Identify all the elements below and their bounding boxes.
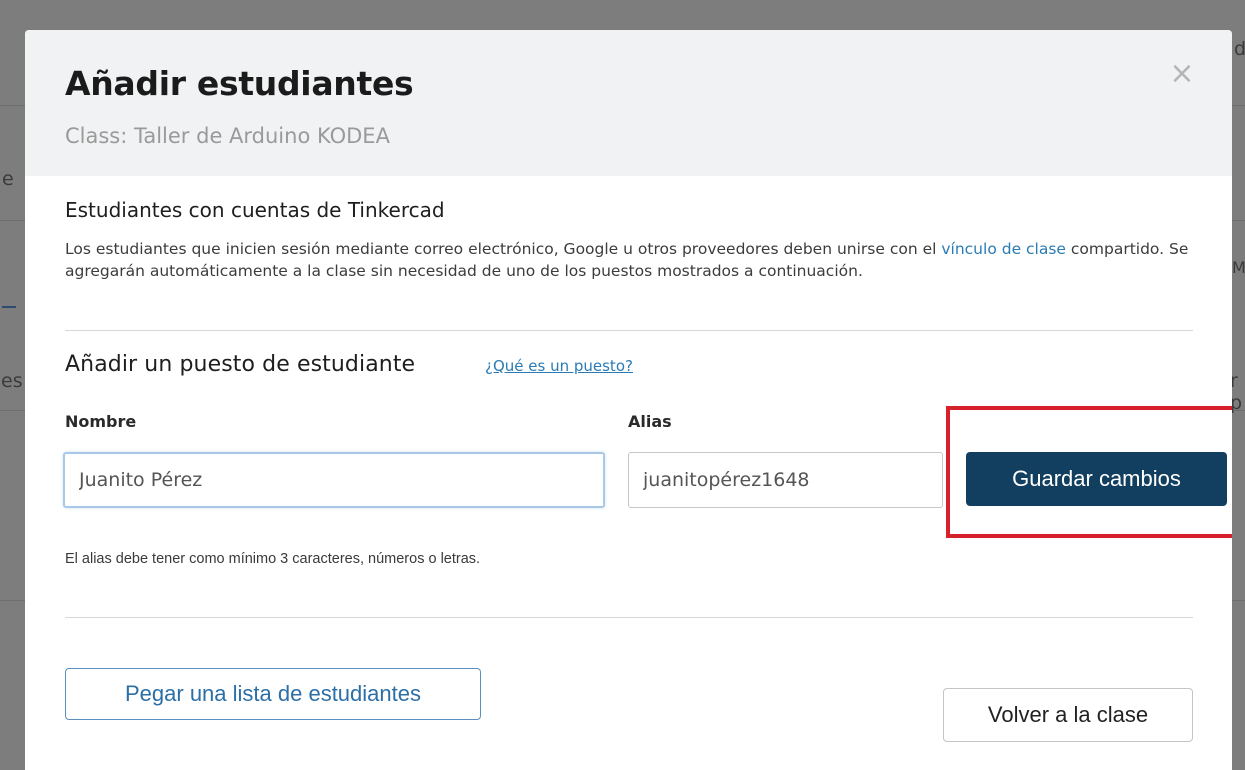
background-divider [1232, 105, 1245, 106]
section-divider [65, 617, 1193, 618]
background-text-fragment: M [1232, 258, 1245, 277]
background-text-fragment: d [1234, 38, 1245, 60]
accounts-description: Los estudiantes que inicien sesión media… [65, 238, 1190, 282]
background-divider [0, 600, 25, 601]
alias-input[interactable] [628, 452, 943, 508]
accounts-description-text: Los estudiantes que inicien sesión media… [65, 240, 942, 258]
add-students-modal: Añadir estudiantes Class: Taller de Ardu… [25, 30, 1232, 770]
background-text-fragment: es [1, 370, 23, 392]
modal-title: Añadir estudiantes [65, 64, 414, 103]
save-changes-button[interactable]: Guardar cambios [966, 452, 1227, 506]
back-to-class-button[interactable]: Volver a la clase [943, 688, 1193, 742]
section-divider [65, 330, 1193, 331]
add-seat-title: Añadir un puesto de estudiante [65, 352, 416, 377]
name-label: Nombre [65, 412, 137, 431]
paste-student-list-button[interactable]: Pegar una lista de estudiantes [65, 668, 481, 720]
accounts-section-title: Estudiantes con cuentas de Tinkercad [65, 198, 445, 222]
background-text-fragment: e [2, 168, 14, 190]
class-link[interactable]: vínculo de clase [941, 240, 1066, 258]
background-divider [0, 220, 25, 221]
modal-subtitle: Class: Taller de Arduino KODEA [65, 124, 390, 148]
name-input[interactable] [63, 452, 605, 508]
alias-label: Alias [628, 412, 672, 431]
background-text-fragment: r p [1230, 370, 1243, 414]
alias-hint: El alias debe tener como mínimo 3 caract… [65, 551, 481, 567]
background-divider [0, 410, 25, 411]
modal-header: Añadir estudiantes Class: Taller de Ardu… [25, 30, 1232, 176]
background-divider [1232, 600, 1245, 601]
background-tab-indicator [2, 306, 16, 308]
close-icon[interactable]: × [1168, 59, 1196, 89]
background-divider [1232, 220, 1245, 221]
what-is-seat-link[interactable]: ¿Qué es un puesto? [485, 357, 633, 375]
background-divider [0, 105, 25, 106]
